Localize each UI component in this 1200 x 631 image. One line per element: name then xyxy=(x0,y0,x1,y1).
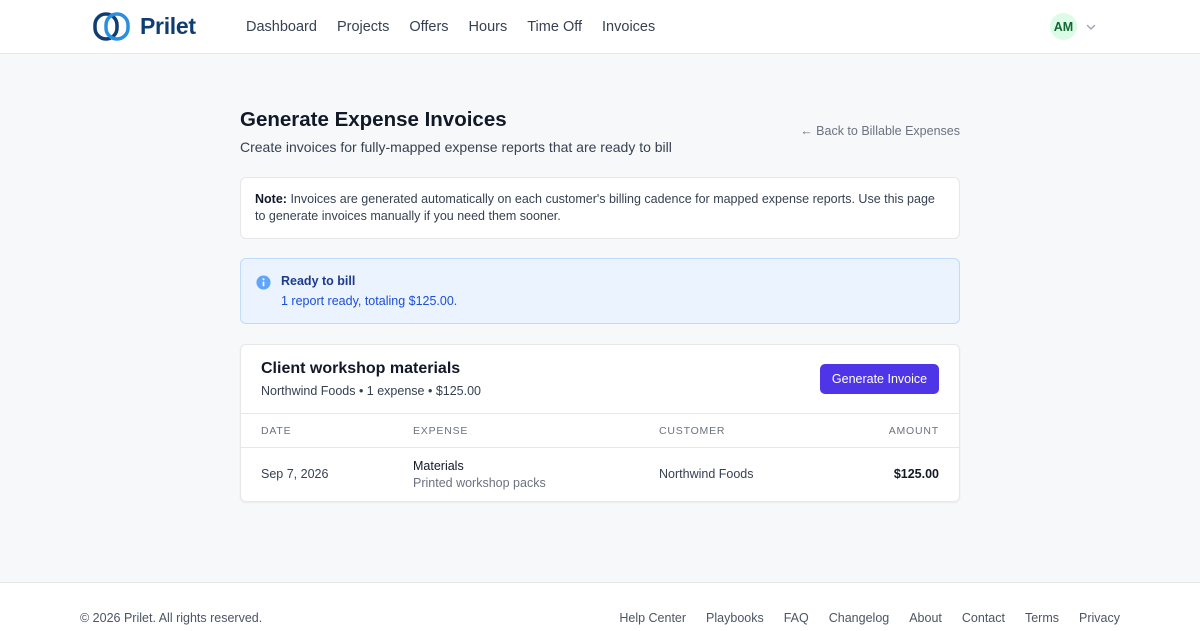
avatar[interactable]: AM xyxy=(1050,13,1077,40)
note-box: Note: Invoices are generated automatical… xyxy=(240,177,960,239)
footer-link-contact[interactable]: Contact xyxy=(962,611,1005,625)
note-label: Note: xyxy=(255,192,287,206)
main-nav: Dashboard Projects Offers Hours Time Off… xyxy=(246,17,675,37)
copyright: © 2026 Prilet. All rights reserved. xyxy=(80,611,263,625)
nav-offers[interactable]: Offers xyxy=(409,17,448,37)
alert-title: Ready to bill xyxy=(281,274,356,288)
info-icon xyxy=(256,275,271,290)
column-header-date: DATE xyxy=(261,425,292,437)
user-menu[interactable]: AM xyxy=(1050,13,1097,40)
footer-links: Help Center Playbooks FAQ Changelog Abou… xyxy=(599,611,1120,625)
column-header-expense: EXPENSE xyxy=(413,425,469,437)
divider xyxy=(241,447,959,448)
nav-invoices[interactable]: Invoices xyxy=(602,17,655,37)
footer-link-help-center[interactable]: Help Center xyxy=(619,611,686,625)
nav-projects[interactable]: Projects xyxy=(337,17,389,37)
ready-to-bill-alert: Ready to bill 1 report ready, totaling $… xyxy=(240,258,960,324)
page-title: Generate Expense Invoices xyxy=(240,108,507,131)
divider xyxy=(241,413,959,414)
nav-dashboard[interactable]: Dashboard xyxy=(246,17,317,37)
footer-link-privacy[interactable]: Privacy xyxy=(1079,611,1120,625)
row-expense: Materials xyxy=(413,459,464,473)
footer-link-terms[interactable]: Terms xyxy=(1025,611,1059,625)
brand[interactable]: Prilet xyxy=(93,12,196,41)
row-date: Sep 7, 2026 xyxy=(261,467,329,481)
nav-time-off[interactable]: Time Off xyxy=(527,17,582,37)
column-header-customer: CUSTOMER xyxy=(659,425,726,437)
column-header-amount: AMOUNT xyxy=(888,425,939,437)
back-to-billable-expenses-link[interactable]: ← Back to Billable Expenses xyxy=(800,124,960,138)
nav-hours[interactable]: Hours xyxy=(469,17,508,37)
footer-link-playbooks[interactable]: Playbooks xyxy=(706,611,764,625)
footer: © 2026 Prilet. All rights reserved. Help… xyxy=(0,582,1200,631)
footer-link-faq[interactable]: FAQ xyxy=(784,611,809,625)
alert-text: 1 report ready, totaling $125.00. xyxy=(281,294,458,308)
report-meta: Northwind Foods • 1 expense • $125.00 xyxy=(261,384,482,398)
row-customer: Northwind Foods xyxy=(659,467,754,481)
note-text: Invoices are generated automatically on … xyxy=(255,192,935,223)
footer-link-changelog[interactable]: Changelog xyxy=(829,611,889,625)
prilet-logo-icon xyxy=(93,12,130,41)
page-subtitle: Create invoices for fully-mapped expense… xyxy=(240,139,672,155)
row-description: Printed workshop packs xyxy=(413,476,546,490)
report-title: Client workshop materials xyxy=(261,360,461,377)
generate-invoice-button[interactable]: Generate Invoice xyxy=(820,364,939,394)
footer-link-about[interactable]: About xyxy=(909,611,942,625)
expense-report-card: Client workshop materials Northwind Food… xyxy=(240,344,960,502)
top-navigation-bar: Prilet Dashboard Projects Offers Hours T… xyxy=(0,0,1200,54)
row-amount: $125.00 xyxy=(893,467,939,481)
chevron-down-icon[interactable] xyxy=(1085,21,1097,33)
brand-name: Prilet xyxy=(140,13,196,39)
